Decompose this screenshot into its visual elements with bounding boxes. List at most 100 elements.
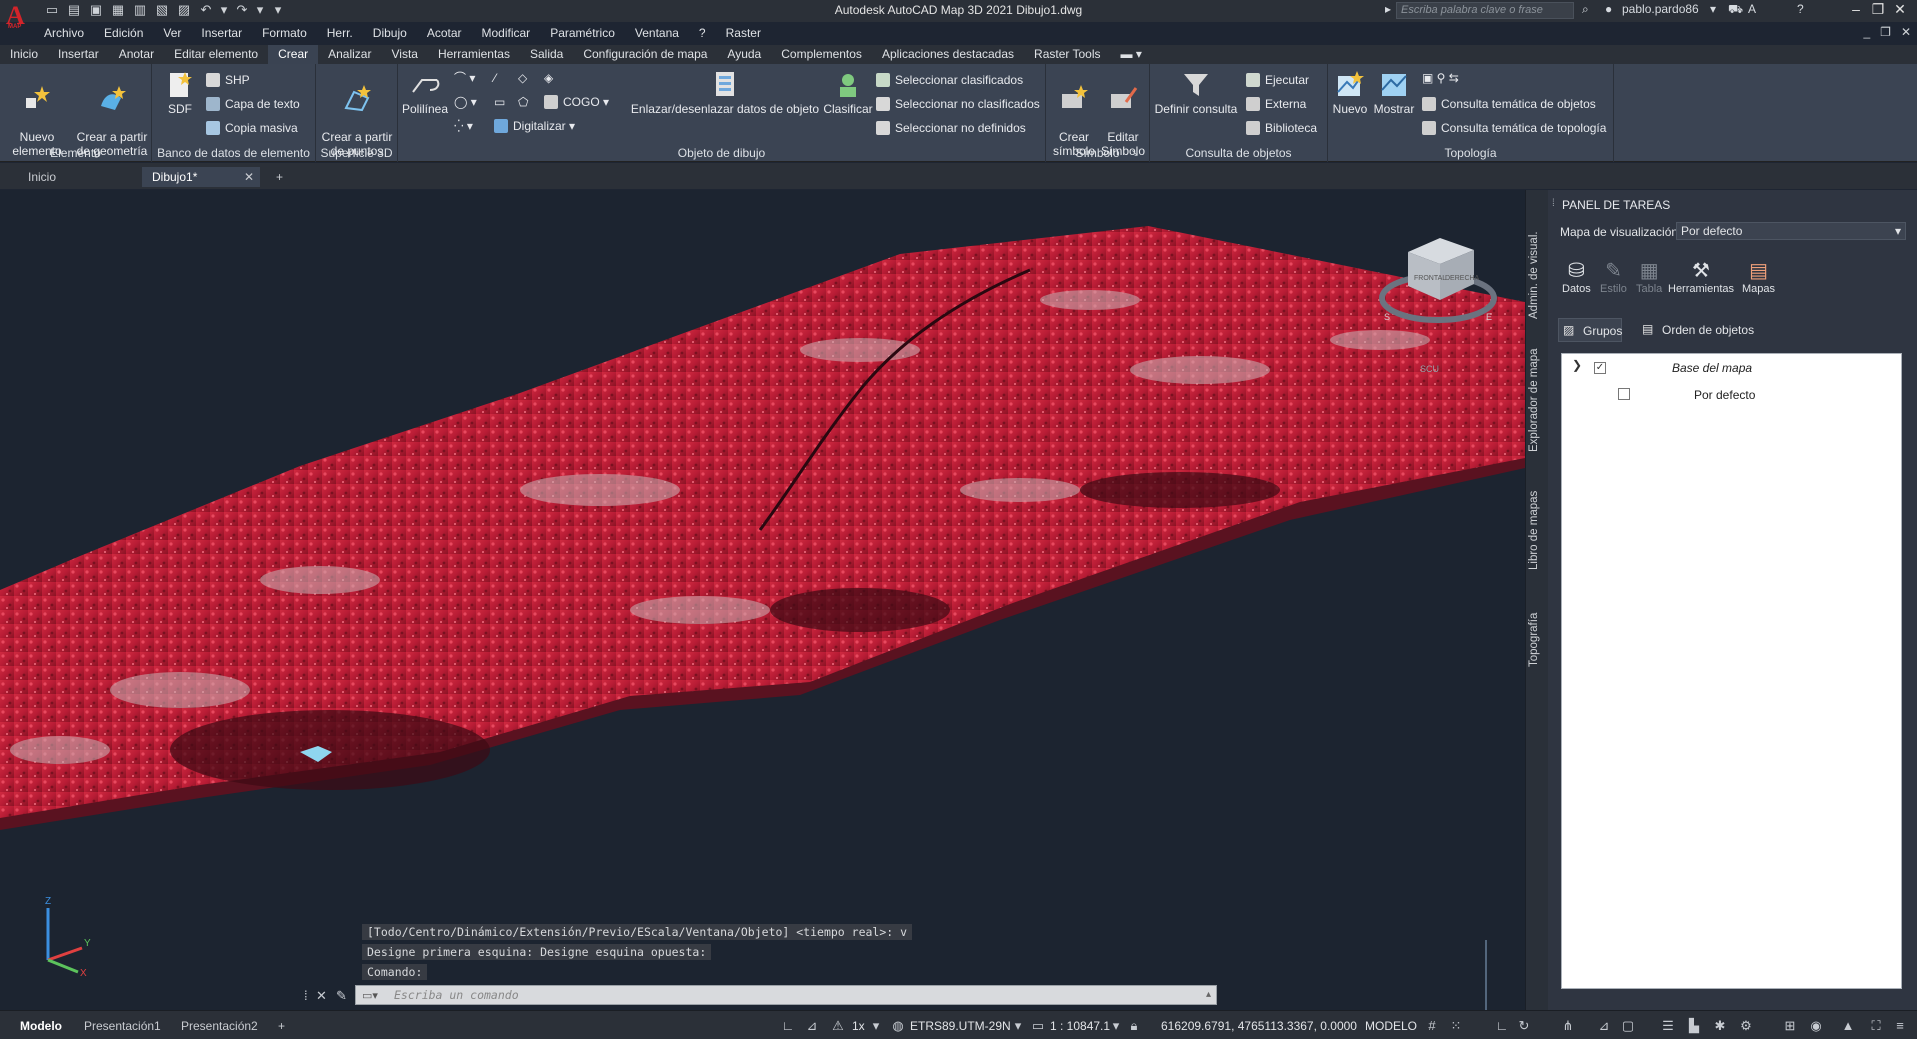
sel-no-clasificados-button[interactable]: Seleccionar no clasificados	[876, 96, 1040, 112]
osnap-icon[interactable]: ⋔	[1560, 1018, 1576, 1034]
user-icon[interactable]: ●	[1605, 2, 1612, 16]
tematica-objetos-button[interactable]: Consulta temática de objetos	[1422, 96, 1596, 112]
capa-texto-button[interactable]: Capa de texto	[206, 96, 300, 112]
close-tab-icon[interactable]: ✕	[244, 167, 254, 187]
add-layout-icon[interactable]: +	[278, 1019, 285, 1033]
grupos-button[interactable]: ▨ Grupos	[1558, 318, 1622, 342]
vtab-explorador-mapa[interactable]: Explorador de mapa	[1528, 340, 1546, 460]
crear-geometria-button[interactable]: Crear a partir de geometría	[72, 70, 152, 158]
lineweight-icon[interactable]: ☰	[1660, 1018, 1676, 1034]
topology-tools-row[interactable]: ▣ ⚲ ⇆	[1422, 70, 1459, 86]
help-search-input[interactable]: Escriba palabra clave o frase	[1396, 2, 1574, 19]
por-defecto-checkbox[interactable]	[1618, 388, 1630, 400]
editar-simbolo-button[interactable]: Editar Símbolo	[1098, 70, 1148, 158]
fill-tool[interactable]: ◈	[544, 70, 553, 86]
sel-clasificados-button[interactable]: Seleccionar clasificados	[876, 72, 1023, 88]
polygon-tool[interactable]: ⬠	[518, 94, 528, 110]
tab-salida[interactable]: Salida	[520, 45, 573, 64]
undo-icon[interactable]: ↶	[198, 2, 214, 18]
group-simbolo-expand-icon[interactable]: ↘	[1131, 148, 1139, 159]
points-tool[interactable]: ⁛ ▾	[454, 118, 473, 134]
menu-acotar[interactable]: Acotar	[417, 24, 472, 42]
coordinate-system[interactable]: ETRS89.UTM-29N	[910, 1019, 1011, 1033]
object-snap-icon[interactable]: ⊿	[1596, 1018, 1612, 1034]
menu-ver[interactable]: Ver	[153, 24, 191, 42]
layout-tab-presentacion2[interactable]: Presentación2	[181, 1019, 258, 1033]
datos-button[interactable]: ⛁ Datos	[1562, 258, 1591, 295]
customize-qat-icon[interactable]: ▾	[270, 2, 286, 18]
line-tool[interactable]: ⁄	[494, 70, 496, 86]
vtab-admin-visual[interactable]: Admin. de visual.	[1528, 230, 1546, 320]
close-icon[interactable]: ✕	[1890, 1, 1910, 18]
grid-icon[interactable]: #	[1424, 1018, 1440, 1034]
sdf-button[interactable]: SDF	[162, 70, 198, 116]
snap-icon[interactable]: ⁙	[1448, 1018, 1464, 1034]
sel-no-definidos-button[interactable]: Seleccionar no definidos	[876, 120, 1026, 136]
save-icon[interactable]: ▣	[88, 2, 104, 18]
zoom-dropdown-icon[interactable]: ▾	[868, 1018, 884, 1034]
tab-complementos[interactable]: Complementos	[771, 45, 872, 64]
point-tool[interactable]: ◇	[518, 70, 527, 86]
workspace-gear-icon[interactable]: ⚙	[1738, 1018, 1754, 1034]
search-expand-icon[interactable]: ▸	[1385, 2, 1391, 16]
zoom-level[interactable]: 1x	[852, 1019, 865, 1033]
menu-ventana[interactable]: Ventana	[625, 24, 689, 42]
lock-icon[interactable]: 🔒︎	[1126, 1018, 1142, 1034]
task-pane-grip-icon[interactable]: ⁞	[1552, 198, 1555, 209]
cart-icon[interactable]: ⛟	[1728, 2, 1743, 18]
command-expand-icon[interactable]: ▴	[1206, 989, 1211, 1000]
tab-configuracion-mapa[interactable]: Configuración de mapa	[573, 45, 717, 64]
command-close-icon[interactable]: ✕	[316, 988, 327, 1004]
new-tab-icon[interactable]: +	[270, 167, 294, 187]
copia-masiva-button[interactable]: Copia masiva	[206, 120, 298, 136]
tab-insertar[interactable]: Insertar	[48, 45, 109, 64]
drawing-viewport[interactable]: FRONTAL DERECHA S E SCU Z Y X	[0, 190, 1525, 1010]
polar-icon[interactable]: ⊿	[804, 1018, 820, 1034]
scale-dropdown-icon[interactable]: ▾	[1108, 1018, 1124, 1034]
layout-tab-modelo[interactable]: Modelo	[20, 1019, 62, 1033]
infer-icon[interactable]: ∟	[1494, 1018, 1510, 1034]
ejecutar-button[interactable]: Ejecutar	[1246, 72, 1309, 88]
ortho-icon[interactable]: ∟	[780, 1018, 796, 1034]
transparency-icon[interactable]: ▙	[1686, 1018, 1702, 1034]
rectangle-tool[interactable]: ▭	[494, 94, 505, 110]
menu-raster[interactable]: Raster	[716, 24, 771, 42]
tab-herramientas[interactable]: Herramientas	[428, 45, 520, 64]
save-as-icon[interactable]: ▦	[110, 2, 126, 18]
command-customize-icon[interactable]: ✎	[336, 988, 347, 1004]
vtab-libro-mapas[interactable]: Libro de mapas	[1528, 480, 1546, 580]
user-dropdown-icon[interactable]: ▾	[1710, 2, 1716, 16]
tab-inicio[interactable]: Inicio	[0, 45, 48, 64]
orden-objetos-button[interactable]: ▤ Orden de objetos	[1638, 318, 1768, 342]
tab-aplicaciones-destacadas[interactable]: Aplicaciones destacadas	[872, 45, 1024, 64]
file-tab-inicio[interactable]: Inicio	[18, 167, 136, 187]
minimize-icon[interactable]: –	[1846, 1, 1866, 17]
map-select[interactable]: Por defecto ▾	[1676, 222, 1906, 240]
menu-ayuda[interactable]: ?	[689, 24, 716, 42]
clean-screen-icon[interactable]: ⛶	[1868, 1018, 1884, 1034]
nuevo-elemento-button[interactable]: Nuevo elemento	[6, 70, 68, 158]
expand-chevron-icon[interactable]: ❯	[1572, 358, 1582, 372]
crs-dropdown-icon[interactable]: ▾	[1010, 1018, 1026, 1034]
tab-raster-tools[interactable]: Raster Tools	[1024, 45, 1110, 64]
biblioteca-button[interactable]: Biblioteca	[1246, 120, 1317, 136]
user-name[interactable]: pablo.pardo86	[1622, 2, 1699, 16]
arc-tools[interactable]: ⌒ ▾	[454, 70, 475, 86]
doc-minimize-icon[interactable]: _	[1863, 25, 1870, 39]
dynamic-input-icon[interactable]: ↻	[1516, 1018, 1532, 1034]
layout-tab-presentacion1[interactable]: Presentación1	[84, 1019, 161, 1033]
app-logo-icon[interactable]: A MAP	[6, 1, 28, 35]
polilinea-button[interactable]: Polilínea	[400, 70, 450, 116]
tab-ayuda[interactable]: Ayuda	[717, 45, 771, 64]
enlazar-datos-button[interactable]: Enlazar/desenlazar datos de objeto	[630, 70, 820, 116]
mapas-button[interactable]: ▤ Mapas	[1742, 258, 1775, 295]
vtab-topografia[interactable]: Topografía	[1528, 600, 1546, 680]
a360-icon[interactable]: A	[1748, 2, 1756, 16]
circle-tool[interactable]: ◯ ▾	[454, 94, 477, 110]
tab-crear[interactable]: Crear	[268, 45, 319, 64]
crear-simbolo-button[interactable]: Crear símbolo	[1050, 70, 1098, 158]
ribbon-options-icon[interactable]: ▬ ▾	[1111, 45, 1152, 64]
notification-icon[interactable]: ▲	[1840, 1018, 1856, 1034]
command-input[interactable]: Escriba un comando	[355, 985, 1217, 1005]
externa-button[interactable]: Externa	[1246, 96, 1306, 112]
